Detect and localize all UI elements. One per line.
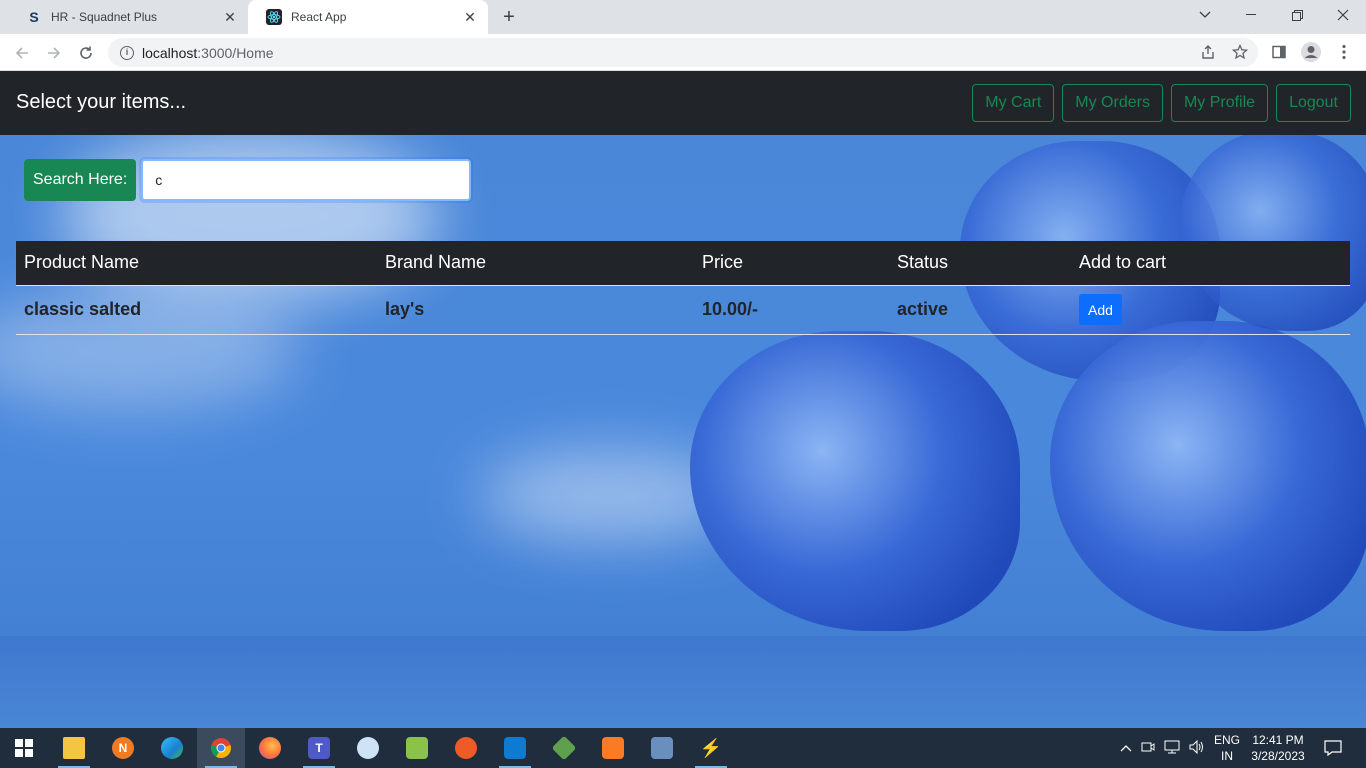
xampp-icon[interactable] bbox=[589, 728, 637, 768]
vscode-icon[interactable] bbox=[491, 728, 539, 768]
bolt-app-icon[interactable]: ⚡ bbox=[687, 728, 735, 768]
search-row: Search Here: bbox=[24, 159, 472, 201]
my-profile-button[interactable]: My Profile bbox=[1170, 84, 1269, 122]
cell-price: 10.00/- bbox=[694, 284, 889, 335]
bookmark-star-icon[interactable] bbox=[1228, 40, 1252, 64]
browser-toolbar: i localhost:3000/Home bbox=[0, 34, 1366, 71]
edge-browser-icon[interactable] bbox=[148, 728, 196, 768]
background-flower bbox=[690, 331, 1020, 631]
firefox-browser-icon[interactable] bbox=[246, 728, 294, 768]
close-tab-icon[interactable]: ✕ bbox=[222, 9, 238, 26]
tab-title: HR - Squadnet Plus bbox=[51, 10, 158, 24]
background-flower bbox=[1050, 321, 1366, 631]
page-viewport: Select your items... My Cart My Orders M… bbox=[0, 71, 1366, 728]
postman-icon[interactable] bbox=[442, 728, 490, 768]
tab-hr-squadnet[interactable]: S HR - Squadnet Plus ✕ bbox=[8, 0, 248, 34]
minimize-icon[interactable] bbox=[1228, 0, 1274, 30]
notepad-plus-icon[interactable] bbox=[393, 728, 441, 768]
address-bar[interactable]: i localhost:3000/Home bbox=[108, 38, 1258, 67]
taskbar-clock[interactable]: 12:41 PM 3/28/2023 bbox=[1248, 732, 1308, 764]
clock-time: 12:41 PM bbox=[1252, 733, 1304, 747]
table-row: classic salted lay's 10.00/- active Add bbox=[16, 284, 1350, 335]
products-table: Product Name Brand Name Price Status Add… bbox=[16, 241, 1350, 335]
show-hidden-icons-icon[interactable] bbox=[1120, 741, 1132, 755]
reload-icon[interactable] bbox=[73, 40, 99, 66]
url-text: localhost:3000/Home bbox=[142, 45, 274, 61]
nodejs-icon[interactable] bbox=[540, 728, 588, 768]
header-add-to-cart: Add to cart bbox=[1071, 241, 1350, 285]
cell-add-to-cart: Add bbox=[1071, 284, 1350, 335]
back-arrow-icon[interactable] bbox=[9, 40, 35, 66]
more-menu-icon[interactable] bbox=[1332, 40, 1356, 64]
header-brand-name: Brand Name bbox=[377, 241, 694, 285]
page-title: Select your items... bbox=[16, 91, 187, 113]
app-navbar: Select your items... My Cart My Orders M… bbox=[0, 71, 1366, 135]
site-info-icon[interactable]: i bbox=[120, 45, 134, 60]
share-icon[interactable] bbox=[1196, 40, 1220, 64]
header-price: Price bbox=[694, 241, 889, 285]
url-path: :3000/Home bbox=[197, 44, 274, 61]
squadnet-favicon-icon: S bbox=[29, 9, 39, 25]
meet-now-icon[interactable] bbox=[1141, 740, 1155, 757]
clock-date: 3/28/2023 bbox=[1251, 749, 1305, 763]
language-code: ENG bbox=[1213, 733, 1240, 747]
add-to-cart-button[interactable]: Add bbox=[1079, 294, 1122, 325]
nav-button-group: My Cart My Orders My Profile Logout bbox=[972, 84, 1351, 122]
react-favicon-icon bbox=[266, 9, 282, 25]
url-host: localhost bbox=[142, 44, 198, 61]
tab-search-chevron-icon[interactable] bbox=[1182, 0, 1228, 30]
restore-icon[interactable] bbox=[1274, 0, 1320, 30]
side-panel-icon[interactable] bbox=[1267, 40, 1291, 64]
tab-react-app[interactable]: React App ✕ bbox=[248, 0, 488, 34]
app-n-icon[interactable]: N bbox=[99, 728, 147, 768]
close-window-icon[interactable] bbox=[1320, 0, 1366, 30]
region-code: IN bbox=[1221, 749, 1233, 763]
network-icon[interactable] bbox=[1164, 740, 1180, 757]
my-cart-button[interactable]: My Cart bbox=[972, 84, 1055, 122]
file-explorer-icon[interactable] bbox=[50, 728, 98, 768]
my-orders-button[interactable]: My Orders bbox=[1062, 84, 1163, 122]
profile-avatar-icon[interactable] bbox=[1299, 40, 1323, 64]
cell-brand-name: lay's bbox=[377, 284, 694, 335]
teams-icon[interactable]: T bbox=[295, 728, 343, 768]
windows-taskbar: N T ⚡ ENG IN 12:41 PM 3/28/2023 bbox=[0, 728, 1366, 768]
new-tab-button[interactable]: + bbox=[498, 6, 520, 28]
windows-start-icon[interactable] bbox=[0, 728, 48, 768]
header-product-name: Product Name bbox=[16, 241, 377, 285]
browser-tab-strip: S HR - Squadnet Plus ✕ React App ✕ + bbox=[0, 0, 1366, 34]
network-app-icon[interactable] bbox=[638, 728, 686, 768]
cell-status: active bbox=[889, 284, 1071, 335]
background-lower-band bbox=[0, 636, 1366, 728]
volume-icon[interactable] bbox=[1189, 739, 1205, 757]
input-language-indicator[interactable]: ENG IN bbox=[1212, 732, 1242, 764]
system-tray bbox=[1120, 728, 1210, 768]
table-header-row: Product Name Brand Name Price Status Add… bbox=[16, 241, 1350, 285]
logout-button[interactable]: Logout bbox=[1276, 84, 1351, 122]
tab-title: React App bbox=[291, 10, 347, 24]
mail-app-icon[interactable] bbox=[344, 728, 392, 768]
close-tab-icon[interactable]: ✕ bbox=[462, 9, 478, 26]
forward-arrow-icon[interactable] bbox=[41, 40, 67, 66]
header-status: Status bbox=[889, 241, 1071, 285]
cell-product-name: classic salted bbox=[16, 284, 377, 335]
notifications-icon[interactable] bbox=[1310, 728, 1356, 768]
search-input[interactable] bbox=[141, 159, 472, 201]
search-label: Search Here: bbox=[24, 159, 137, 201]
chrome-browser-icon[interactable] bbox=[197, 728, 245, 768]
